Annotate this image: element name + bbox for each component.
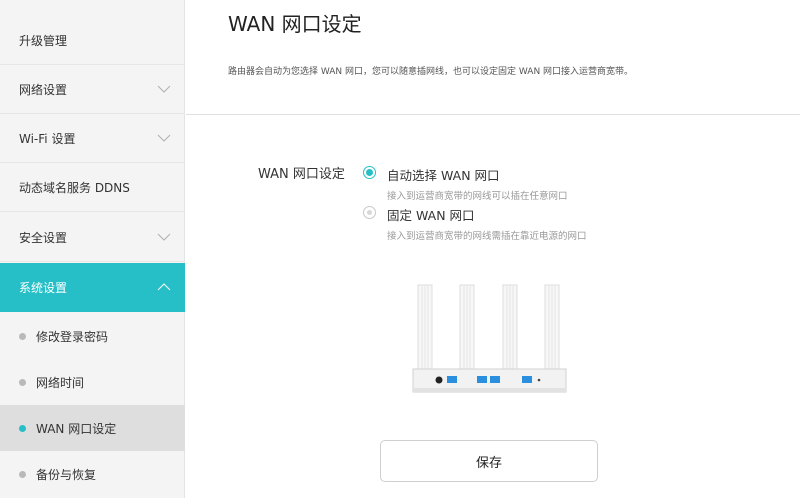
sidebar: 升级管理 网络设置 Wi-Fi 设置 动态域名服务 DDNS 安全设置 系统设置… xyxy=(0,0,185,498)
antenna-icon xyxy=(459,284,475,374)
option-auto-wan-label[interactable]: 自动选择 WAN 网口 xyxy=(387,165,500,184)
sidebar-item-security[interactable]: 安全设置 xyxy=(0,213,185,262)
ethernet-port-icon xyxy=(522,376,532,383)
antenna-icon xyxy=(502,284,518,374)
chevron-down-icon xyxy=(157,134,171,142)
sidebar-item-label: Wi-Fi 设置 xyxy=(19,131,76,146)
chevron-down-icon xyxy=(157,85,171,93)
option-fixed-wan-label[interactable]: 固定 WAN 网口 xyxy=(387,205,475,224)
power-port-icon xyxy=(435,376,443,384)
bullet-dot-icon xyxy=(19,425,26,432)
router-illustration xyxy=(412,284,567,393)
radio-fixed-wan[interactable] xyxy=(363,206,376,219)
option-fixed-wan-hint: 接入到运营商宽带的网线需插在靠近电源的网口 xyxy=(387,231,587,242)
antenna-icon xyxy=(417,284,433,374)
bullet-dot-icon xyxy=(19,333,26,340)
antenna-icon xyxy=(544,284,560,374)
sidebar-item-label: 网络设置 xyxy=(19,82,68,97)
sidebar-subitem-password[interactable]: 修改登录密码 xyxy=(0,313,185,359)
sidebar-item-wifi[interactable]: Wi-Fi 设置 xyxy=(0,114,185,163)
ethernet-port-icon xyxy=(490,376,500,383)
page-title: WAN 网口设定 xyxy=(228,12,362,36)
sidebar-item-network[interactable]: 网络设置 xyxy=(0,65,185,114)
page-description: 路由器会自动为您选择 WAN 网口，您可以随意插网线，也可以设定固定 WAN 网… xyxy=(228,67,634,77)
sidebar-item-ddns[interactable]: 动态域名服务 DDNS xyxy=(0,163,185,212)
sidebar-subitem-network-time[interactable]: 网络时间 xyxy=(0,359,185,405)
sidebar-item-label: 升级管理 xyxy=(19,33,68,48)
bullet-dot-icon xyxy=(19,379,26,386)
ethernet-port-icon xyxy=(477,376,487,383)
wan-setting-label: WAN 网口设定 xyxy=(258,167,345,182)
sidebar-item-system[interactable]: 系统设置 xyxy=(0,263,185,312)
sidebar-subitem-backup[interactable]: 备份与恢复 xyxy=(0,451,185,497)
main-panel: WAN 网口设定 路由器会自动为您选择 WAN 网口，您可以随意插网线，也可以设… xyxy=(186,0,800,498)
sidebar-item-label: 安全设置 xyxy=(19,230,68,245)
sidebar-subitem-label: 备份与恢复 xyxy=(36,467,97,482)
ethernet-port-icon xyxy=(447,376,457,383)
sidebar-subitem-wan-port[interactable]: WAN 网口设定 xyxy=(0,405,185,451)
radio-auto-wan[interactable] xyxy=(363,166,376,179)
chevron-down-icon xyxy=(157,233,171,241)
option-auto-wan-hint: 接入到运营商宽带的网线可以插在任意网口 xyxy=(387,191,568,202)
reset-hole-icon xyxy=(537,378,541,382)
save-button[interactable]: 保存 xyxy=(380,440,598,482)
sidebar-subitem-label: 修改登录密码 xyxy=(36,329,109,344)
sidebar-item-label: 动态域名服务 DDNS xyxy=(19,180,130,195)
sidebar-subitem-label: 网络时间 xyxy=(36,375,85,390)
sidebar-subitem-label: WAN 网口设定 xyxy=(36,421,117,436)
sidebar-item-upgrade[interactable]: 升级管理 xyxy=(0,16,185,65)
sidebar-item-label: 系统设置 xyxy=(19,281,68,295)
bullet-dot-icon xyxy=(19,471,26,478)
divider xyxy=(186,114,800,115)
chevron-up-icon xyxy=(157,283,171,291)
